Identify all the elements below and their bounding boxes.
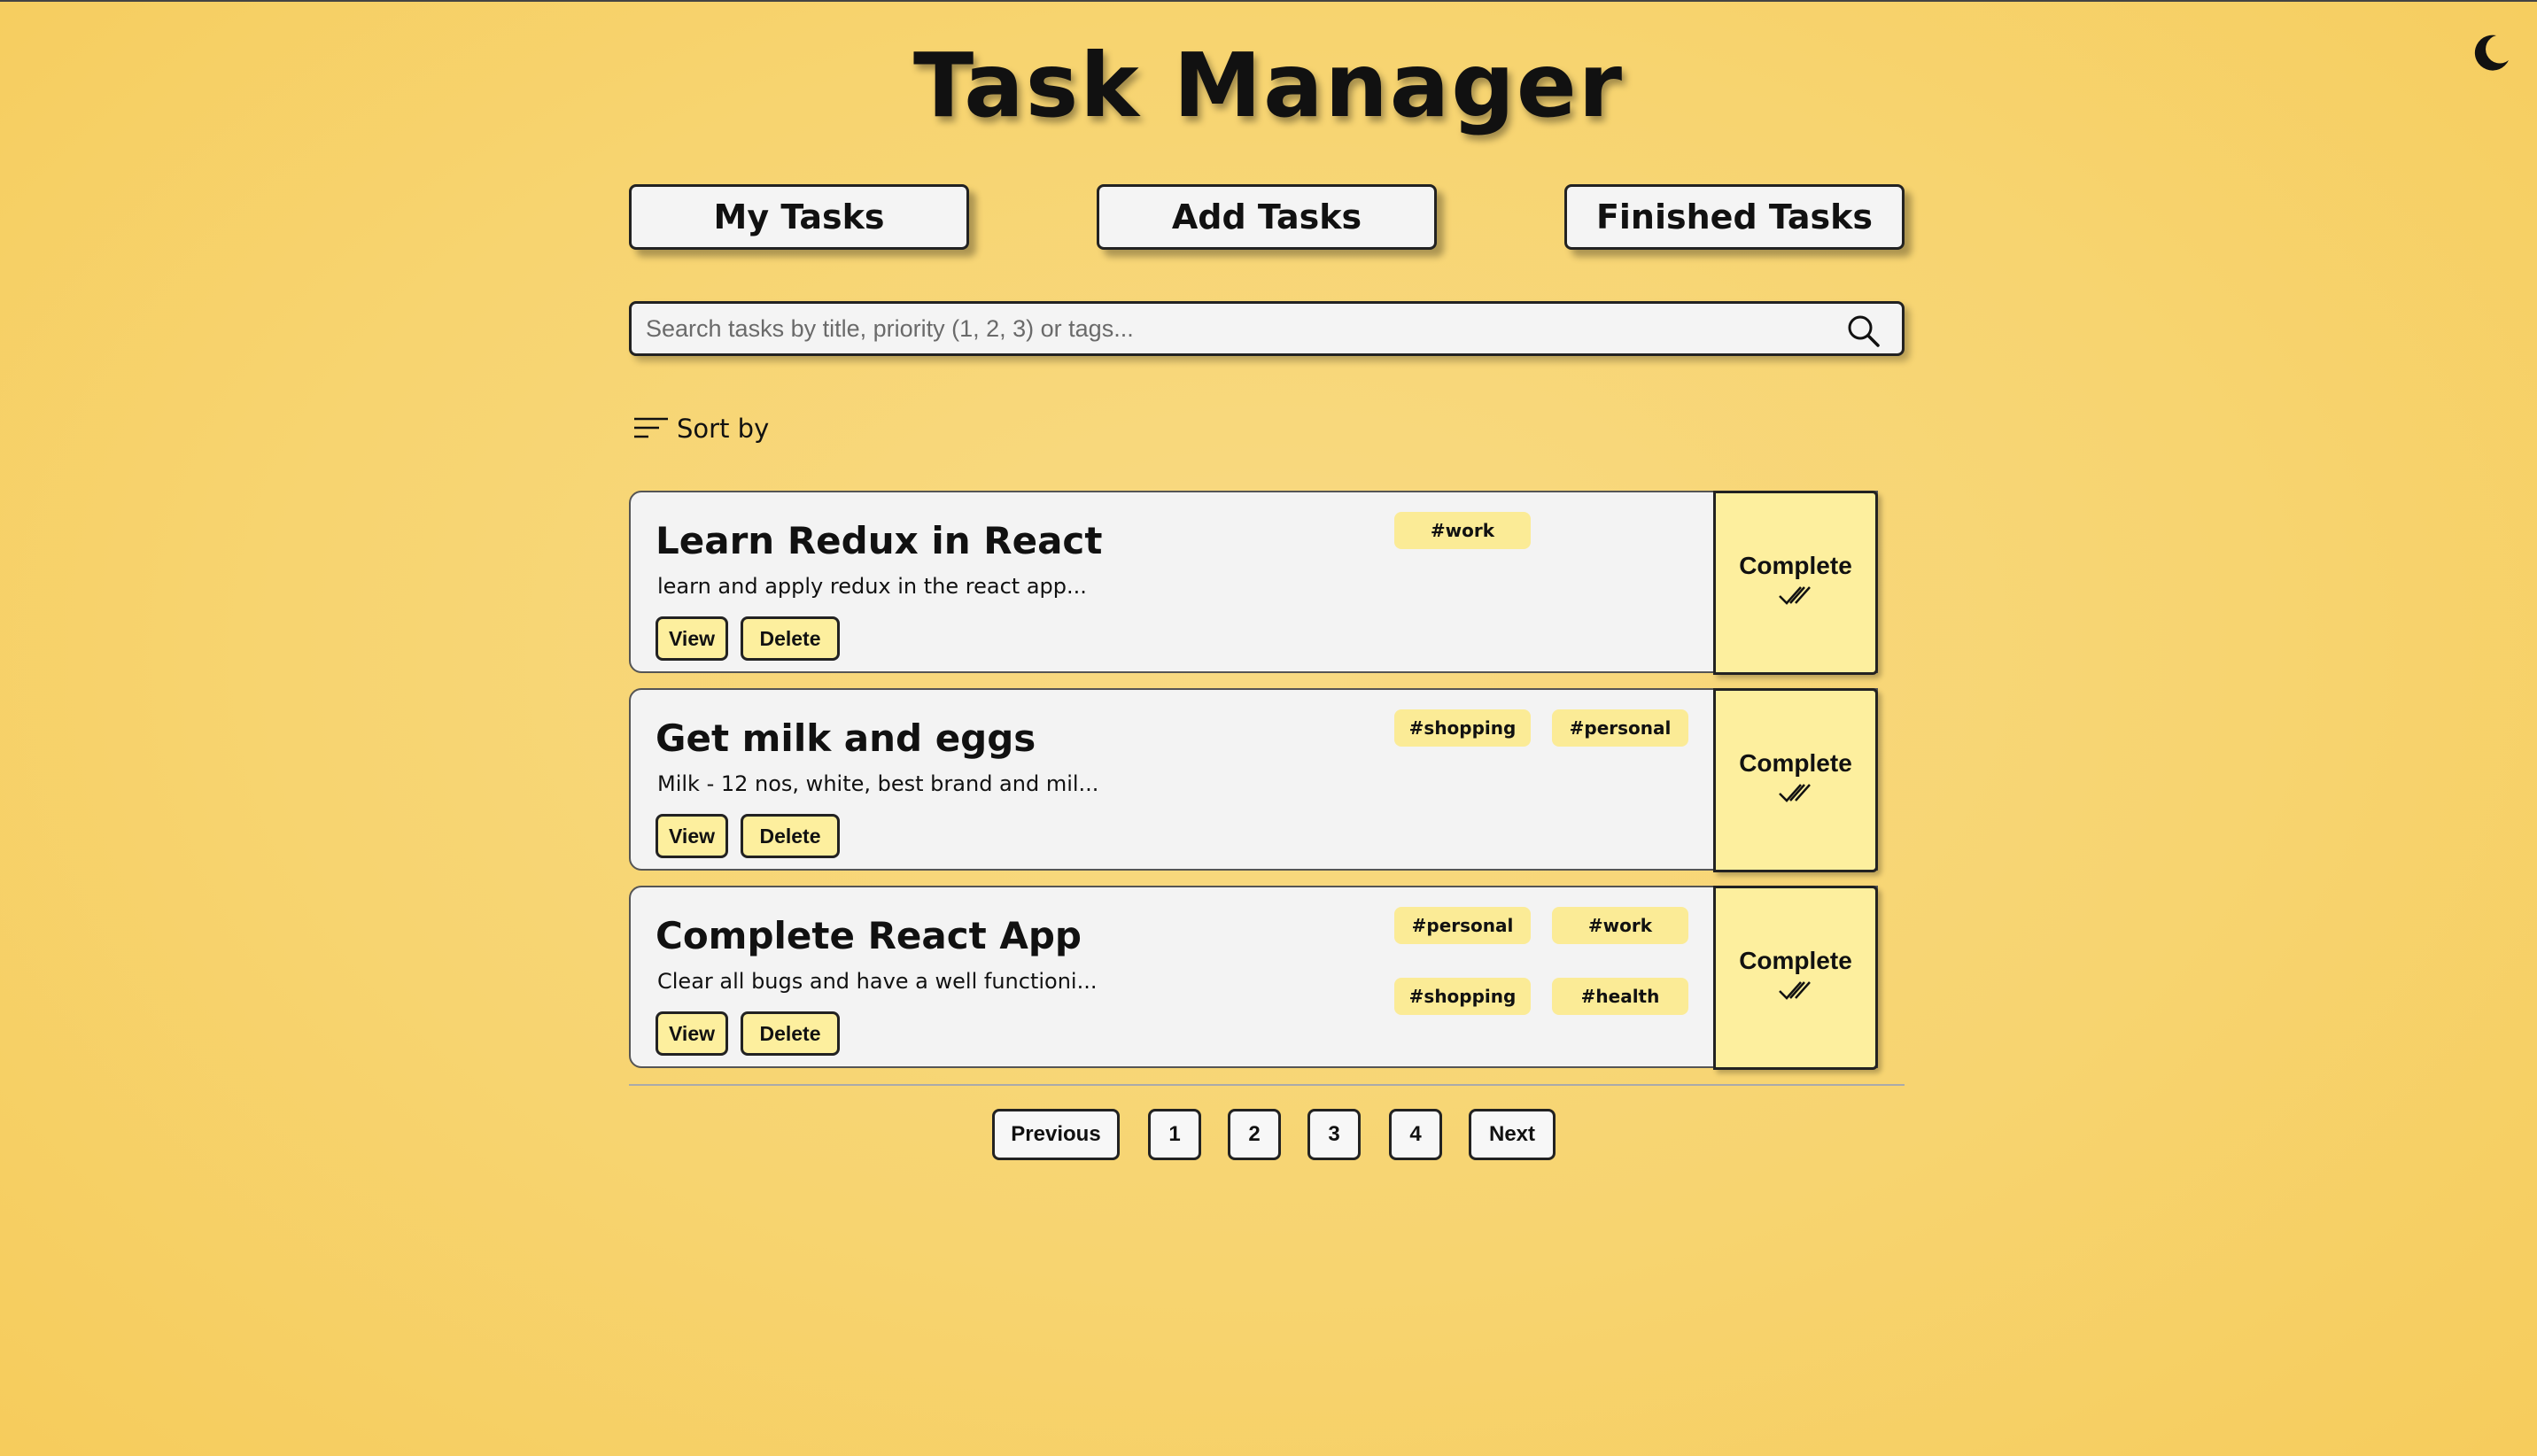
page-2-button[interactable]: 2	[1228, 1109, 1281, 1160]
delete-button[interactable]: Delete	[741, 1011, 840, 1056]
double-check-icon	[1779, 981, 1811, 1000]
view-button[interactable]: View	[656, 1011, 728, 1056]
complete-button[interactable]: Complete	[1713, 688, 1878, 872]
search-bar	[629, 301, 1905, 356]
complete-label: Complete	[1739, 552, 1852, 579]
delete-button[interactable]: Delete	[741, 616, 840, 661]
add-tasks-button[interactable]: Add Tasks	[1097, 184, 1437, 250]
finished-tasks-button[interactable]: Finished Tasks	[1564, 184, 1905, 250]
task-tag: #personal	[1552, 709, 1688, 747]
task-tag: #personal	[1394, 907, 1531, 944]
task-description: Milk - 12 nos, white, best brand and mil…	[657, 771, 1099, 796]
complete-label: Complete	[1739, 749, 1852, 777]
task-tag: #shopping	[1394, 709, 1531, 747]
next-page-button[interactable]: Next	[1469, 1109, 1556, 1160]
page-title: Task Manager	[912, 34, 1625, 137]
task-tag: #work	[1552, 907, 1688, 944]
task-tag: #work	[1394, 512, 1531, 549]
complete-button[interactable]: Complete	[1713, 491, 1878, 675]
my-tasks-button[interactable]: My Tasks	[629, 184, 969, 250]
search-input[interactable]	[646, 304, 1833, 353]
list-divider	[629, 1084, 1905, 1086]
page-4-button[interactable]: 4	[1389, 1109, 1442, 1160]
task-tag: #shopping	[1394, 978, 1531, 1015]
task-title: Learn Redux in React	[656, 519, 1103, 562]
search-icon[interactable]	[1845, 313, 1881, 348]
task-card: Complete React App Clear all bugs and ha…	[629, 886, 1878, 1070]
task-description: learn and apply redux in the react app..…	[657, 574, 1087, 599]
double-check-icon	[1779, 784, 1811, 802]
double-check-icon	[1779, 586, 1811, 605]
task-description: Clear all bugs and have a well functioni…	[657, 969, 1098, 994]
view-button[interactable]: View	[656, 616, 728, 661]
window-top-border	[0, 0, 2537, 2]
page-1-button[interactable]: 1	[1148, 1109, 1201, 1160]
complete-label: Complete	[1739, 947, 1852, 974]
delete-button[interactable]: Delete	[741, 814, 840, 858]
sort-lines-icon	[634, 417, 668, 438]
task-card: Learn Redux in React learn and apply red…	[629, 491, 1878, 675]
task-card: Get milk and eggs Milk - 12 nos, white, …	[629, 688, 1878, 872]
complete-button[interactable]: Complete	[1713, 886, 1878, 1070]
view-button[interactable]: View	[656, 814, 728, 858]
task-title: Get milk and eggs	[656, 716, 1036, 760]
sort-by-label: Sort by	[677, 414, 770, 444]
previous-page-button[interactable]: Previous	[992, 1109, 1120, 1160]
page-3-button[interactable]: 3	[1307, 1109, 1361, 1160]
sort-by-control[interactable]: Sort by	[632, 409, 769, 448]
task-title: Complete React App	[656, 914, 1082, 957]
task-tag: #health	[1552, 978, 1688, 1015]
